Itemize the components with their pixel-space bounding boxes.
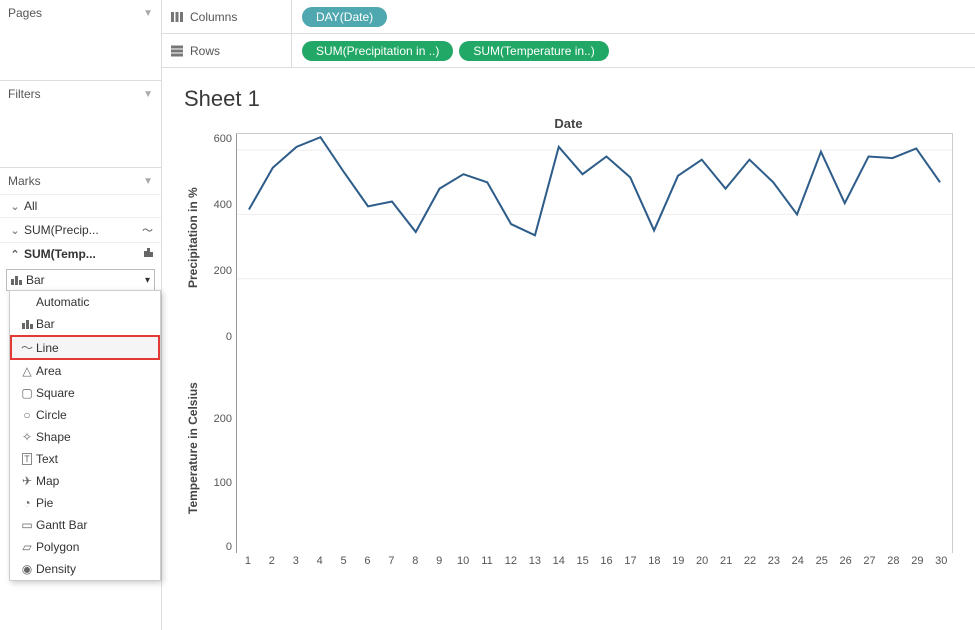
marks-card-label: All [24,199,137,213]
filters-label: Filters [8,87,41,101]
marks-card-label: SUM(Precip... [24,223,137,237]
bar-icon [137,248,153,260]
mark-type-selector[interactable]: Bar ▾ [6,269,155,291]
line-icon: 〜 [18,339,36,356]
mark-type-value: Bar [26,273,45,287]
pages-panel-header[interactable]: Pages ▼ [0,0,161,26]
option-label: Bar [36,317,55,331]
chevron-down-icon: ▼ [143,176,153,187]
option-label: Shape [36,430,71,444]
square-icon: ▢ [18,386,36,400]
dropdown-arrow-icon: ▾ [145,275,150,286]
filters-panel: Filters ▼ [0,81,161,168]
line-plot [236,133,953,343]
bar-chart-area [237,343,952,553]
mark-type-option-circle[interactable]: ○Circle [10,404,160,426]
map-icon: ✈ [18,474,36,488]
gantt-icon: ▭ [18,518,36,532]
sheet-title[interactable]: Sheet 1 [184,86,953,112]
y-axis-ticks: 2001000 [202,343,236,553]
pie-icon: ◔ [18,496,36,510]
option-label: Map [36,474,59,488]
area-icon: △ [18,364,36,378]
mark-type-dropdown[interactable]: AutomaticBar〜Line△Area▢Square○Circle✧Sha… [9,290,161,581]
temperature-chart[interactable]: Temperature in Celsius 2001000 [184,343,953,553]
chart-container: Date Precipitation in % 6004002000 Tempe… [184,116,953,626]
y-axis-title-precip: Precipitation in % [184,133,202,343]
option-label: Automatic [36,295,89,309]
mark-type-option-gantt-bar[interactable]: ▭Gantt Bar [10,514,160,536]
rows-pill-precip[interactable]: SUM(Precipitation in ..) [302,41,453,61]
columns-icon [170,10,184,24]
left-sidebar: Pages ▼ Filters ▼ Marks ▼ ⌄ All ⌄ [0,0,162,630]
circle-icon: ○ [18,408,36,422]
rows-icon [170,44,184,58]
marks-card-all[interactable]: ⌄ All [0,194,161,217]
columns-shelf[interactable]: Columns DAY(Date) [162,0,975,34]
chevron-up-icon: ⌃ [8,248,22,261]
marks-panel-header[interactable]: Marks ▼ [0,168,161,194]
rows-pill-temp[interactable]: SUM(Temperature in..) [459,41,608,61]
bar-icon [11,276,22,285]
marks-card-precip[interactable]: ⌄ SUM(Precip... 〜 [0,217,161,242]
option-label: Polygon [36,540,79,554]
mark-type-option-density[interactable]: ◉Density [10,558,160,580]
mark-type-option-area[interactable]: △Area [10,360,160,382]
pages-label: Pages [8,6,42,20]
mark-type-option-polygon[interactable]: ▱Polygon [10,536,160,558]
option-label: Density [36,562,76,576]
y-axis-ticks: 6004002000 [202,133,236,343]
density-icon: ◉ [18,562,36,576]
mark-type-option-text[interactable]: TText [10,448,160,470]
x-axis-ticks: 1234567891011121314151617181920212223242… [184,555,953,567]
rows-shelf[interactable]: Rows SUM(Precipitation in ..) SUM(Temper… [162,34,975,68]
chevron-down-icon: ▼ [143,8,153,19]
columns-shelf-label: Columns [162,0,292,33]
marks-label: Marks [8,174,41,188]
pages-panel: Pages ▼ [0,0,161,81]
option-label: Circle [36,408,67,422]
polygon-icon: ▱ [18,540,36,554]
rows-shelf-label: Rows [162,34,292,67]
shape-icon: ✧ [18,430,36,444]
bar-icon [18,320,36,329]
option-label: Square [36,386,75,400]
mark-type-option-line[interactable]: 〜Line [10,335,160,360]
marks-card-label: SUM(Temp... [24,247,137,261]
sheet-area: Sheet 1 Date Precipitation in % 60040020… [162,68,975,630]
mark-type-option-shape[interactable]: ✧Shape [10,426,160,448]
precipitation-chart[interactable]: Precipitation in % 6004002000 [184,133,953,343]
marks-panel: Marks ▼ ⌄ All ⌄ SUM(Precip... 〜 ⌃ SUM(Te… [0,168,161,291]
chevron-down-icon: ⌄ [8,200,22,213]
main-area: Columns DAY(Date) Rows SUM(Precipitation… [162,0,975,630]
bar-plot [236,343,953,553]
x-axis-title: Date [184,116,953,131]
line-chart-svg [237,134,952,343]
mark-type-option-map[interactable]: ✈Map [10,470,160,492]
filters-panel-header[interactable]: Filters ▼ [0,81,161,107]
mark-type-option-bar[interactable]: Bar [10,313,160,335]
mark-type-option-automatic[interactable]: Automatic [10,291,160,313]
option-label: Text [36,452,58,466]
option-label: Line [36,341,59,355]
option-label: Gantt Bar [36,518,87,532]
chevron-down-icon: ⌄ [8,224,22,237]
columns-pill-day-date[interactable]: DAY(Date) [302,7,387,27]
y-axis-title-temp: Temperature in Celsius [184,343,202,553]
chevron-down-icon: ▼ [143,89,153,100]
option-label: Pie [36,496,53,510]
line-icon: 〜 [137,222,153,238]
text-icon: T [18,453,36,465]
mark-type-option-pie[interactable]: ◔Pie [10,492,160,514]
option-label: Area [36,364,61,378]
mark-type-option-square[interactable]: ▢Square [10,382,160,404]
marks-card-temp[interactable]: ⌃ SUM(Temp... [0,242,161,265]
